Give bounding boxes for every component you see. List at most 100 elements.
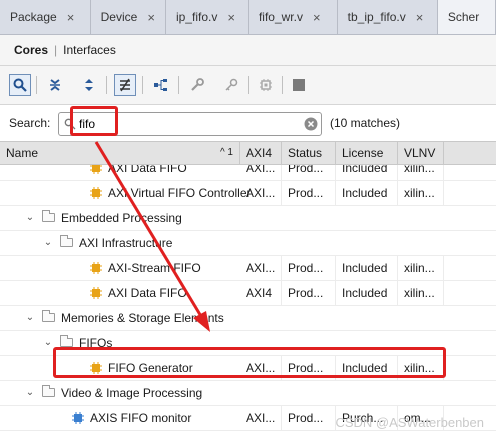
sort-indicator: ^ 1: [219, 147, 233, 158]
cell-axi4: AXI...: [240, 356, 282, 380]
close-icon[interactable]: ×: [313, 10, 321, 25]
expand-chevron-icon[interactable]: ⌄: [42, 231, 54, 255]
row-name: AXI Infrastructure: [79, 236, 173, 250]
cell-axi4: AXI...: [240, 165, 282, 180]
cell-license: Included: [336, 181, 398, 205]
cell-vlnv: xilin...: [398, 256, 444, 280]
tab-package[interactable]: Package ×: [0, 0, 91, 34]
close-icon[interactable]: ×: [227, 10, 235, 25]
row-name: AXI-Stream FIFO: [108, 261, 201, 275]
row-name: FIFOs: [79, 336, 113, 350]
tab-device[interactable]: Device ×: [91, 0, 166, 34]
cell-status: Prod...: [282, 256, 336, 280]
ip-core-icon: [72, 412, 84, 424]
cell-vlnv: xilin...: [398, 181, 444, 205]
tab-label: ip_fifo.v: [175, 10, 218, 24]
table-row[interactable]: AXI Data FIFO AXI... Prod... Included xilin.…: [0, 165, 496, 181]
cell-axi4: AXI...: [240, 406, 282, 430]
row-name: AXI Virtual FIFO Controller: [108, 186, 251, 200]
folder-icon: [42, 310, 55, 322]
clear-search-icon[interactable]: [304, 117, 318, 131]
cell-status: Prod...: [282, 181, 336, 205]
tab-schematic[interactable]: Scher: [437, 0, 496, 34]
search-icon[interactable]: [9, 74, 31, 96]
column-header-axi4[interactable]: AXI4: [240, 142, 282, 164]
row-name: AXIS FIFO monitor: [90, 411, 192, 425]
table-row[interactable]: FIFO Generator AXI... Prod... Included xilin…: [0, 356, 496, 381]
expand-chevron-icon[interactable]: ⌄: [24, 381, 36, 405]
cell-license: Included: [336, 356, 398, 380]
tab-ip-fifo[interactable]: ip_fifo.v ×: [166, 0, 249, 34]
ip-core-icon: [90, 165, 102, 174]
column-header-vlnv[interactable]: VLNV: [398, 142, 444, 164]
catalog-toolbar: [0, 66, 496, 105]
tab-cores[interactable]: Cores: [0, 43, 54, 57]
tab-label: fifo_wr.v: [258, 10, 303, 24]
hierarchy-icon[interactable]: [150, 74, 172, 96]
table-row[interactable]: ⌄ Memories & Storage Elements: [0, 306, 496, 331]
table-row[interactable]: ⌄ FIFOs: [0, 331, 496, 356]
tab-label: Device: [100, 10, 138, 24]
cell-status: Prod...: [282, 406, 336, 430]
table-row[interactable]: ⌄ Video & Image Processing: [0, 381, 496, 406]
column-header-license[interactable]: License: [336, 142, 398, 164]
wrench-icon[interactable]: [186, 74, 208, 96]
search-icon: [64, 118, 76, 130]
close-icon[interactable]: ×: [67, 10, 75, 25]
cell-axi4: AXI...: [240, 256, 282, 280]
filter-icon[interactable]: [114, 74, 136, 96]
ip-core-icon: [90, 362, 102, 374]
table-row[interactable]: AXI-Stream FIFO AXI... Prod... Included xili…: [0, 256, 496, 281]
close-icon[interactable]: ×: [416, 10, 424, 25]
editor-tab-bar: Package × Device × ip_fifo.v × fifo_wr.v × t…: [0, 0, 496, 35]
match-count: (10 matches): [330, 116, 401, 130]
stop-icon[interactable]: [288, 74, 310, 96]
table-row[interactable]: AXI Data FIFO AXI4 Prod... Included xilin...: [0, 281, 496, 306]
cell-license: Included: [336, 256, 398, 280]
table-row[interactable]: ⌄ Embedded Processing: [0, 206, 496, 231]
ip-core-icon: [90, 287, 102, 299]
row-name: FIFO Generator: [108, 361, 193, 375]
cell-vlnv: xilin...: [398, 165, 444, 180]
table-header: Name ^ 1 AXI4 Status License VLNV: [0, 141, 496, 165]
tab-interfaces[interactable]: Interfaces: [57, 43, 122, 57]
row-name: AXI Data FIFO: [108, 286, 187, 300]
row-name: Video & Image Processing: [61, 386, 203, 400]
folder-icon: [42, 210, 55, 222]
ip-catalog-tree: AXI Data FIFO AXI... Prod... Included xilin.…: [0, 165, 496, 434]
ip-core-icon: [90, 187, 102, 199]
cell-vlnv: xilin...: [398, 281, 444, 305]
catalog-subtabs: Cores | Interfaces: [0, 35, 496, 66]
search-row: Search: (10 matches): [0, 105, 496, 141]
column-header-status[interactable]: Status: [282, 142, 336, 164]
collapse-all-icon[interactable]: [44, 74, 66, 96]
expand-all-icon[interactable]: [78, 74, 100, 96]
search-input[interactable]: [79, 115, 289, 133]
tab-fifo-wr[interactable]: fifo_wr.v ×: [249, 0, 338, 34]
cell-axi4: AXI...: [240, 181, 282, 205]
row-name: AXI Data FIFO: [108, 165, 187, 175]
tab-label: tb_ip_fifo.v: [347, 10, 406, 24]
chip-icon[interactable]: [255, 74, 277, 96]
expand-chevron-icon[interactable]: ⌄: [24, 306, 36, 330]
row-name: Embedded Processing: [61, 211, 182, 225]
cell-vlnv: xilin...: [398, 356, 444, 380]
close-icon[interactable]: ×: [147, 10, 155, 25]
folder-icon: [60, 335, 73, 347]
watermark: CSDN @ASWaterbenben: [335, 415, 484, 430]
table-row[interactable]: ⌄ AXI Infrastructure: [0, 231, 496, 256]
folder-icon: [42, 385, 55, 397]
cell-license: Included: [336, 165, 398, 180]
table-row[interactable]: AXI Virtual FIFO Controller AXI... Prod...…: [0, 181, 496, 206]
cell-license: Included: [336, 281, 398, 305]
folder-icon: [60, 235, 73, 247]
tab-tb-ip-fifo[interactable]: tb_ip_fifo.v ×: [338, 0, 438, 34]
key-icon[interactable]: [220, 74, 242, 96]
row-name: Memories & Storage Elements: [61, 311, 224, 325]
expand-chevron-icon[interactable]: ⌄: [24, 206, 36, 230]
cell-status: Prod...: [282, 356, 336, 380]
search-field[interactable]: [58, 112, 322, 136]
tab-label: Package: [10, 10, 57, 24]
column-header-name[interactable]: Name ^ 1: [0, 142, 240, 164]
expand-chevron-icon[interactable]: ⌄: [42, 331, 54, 355]
